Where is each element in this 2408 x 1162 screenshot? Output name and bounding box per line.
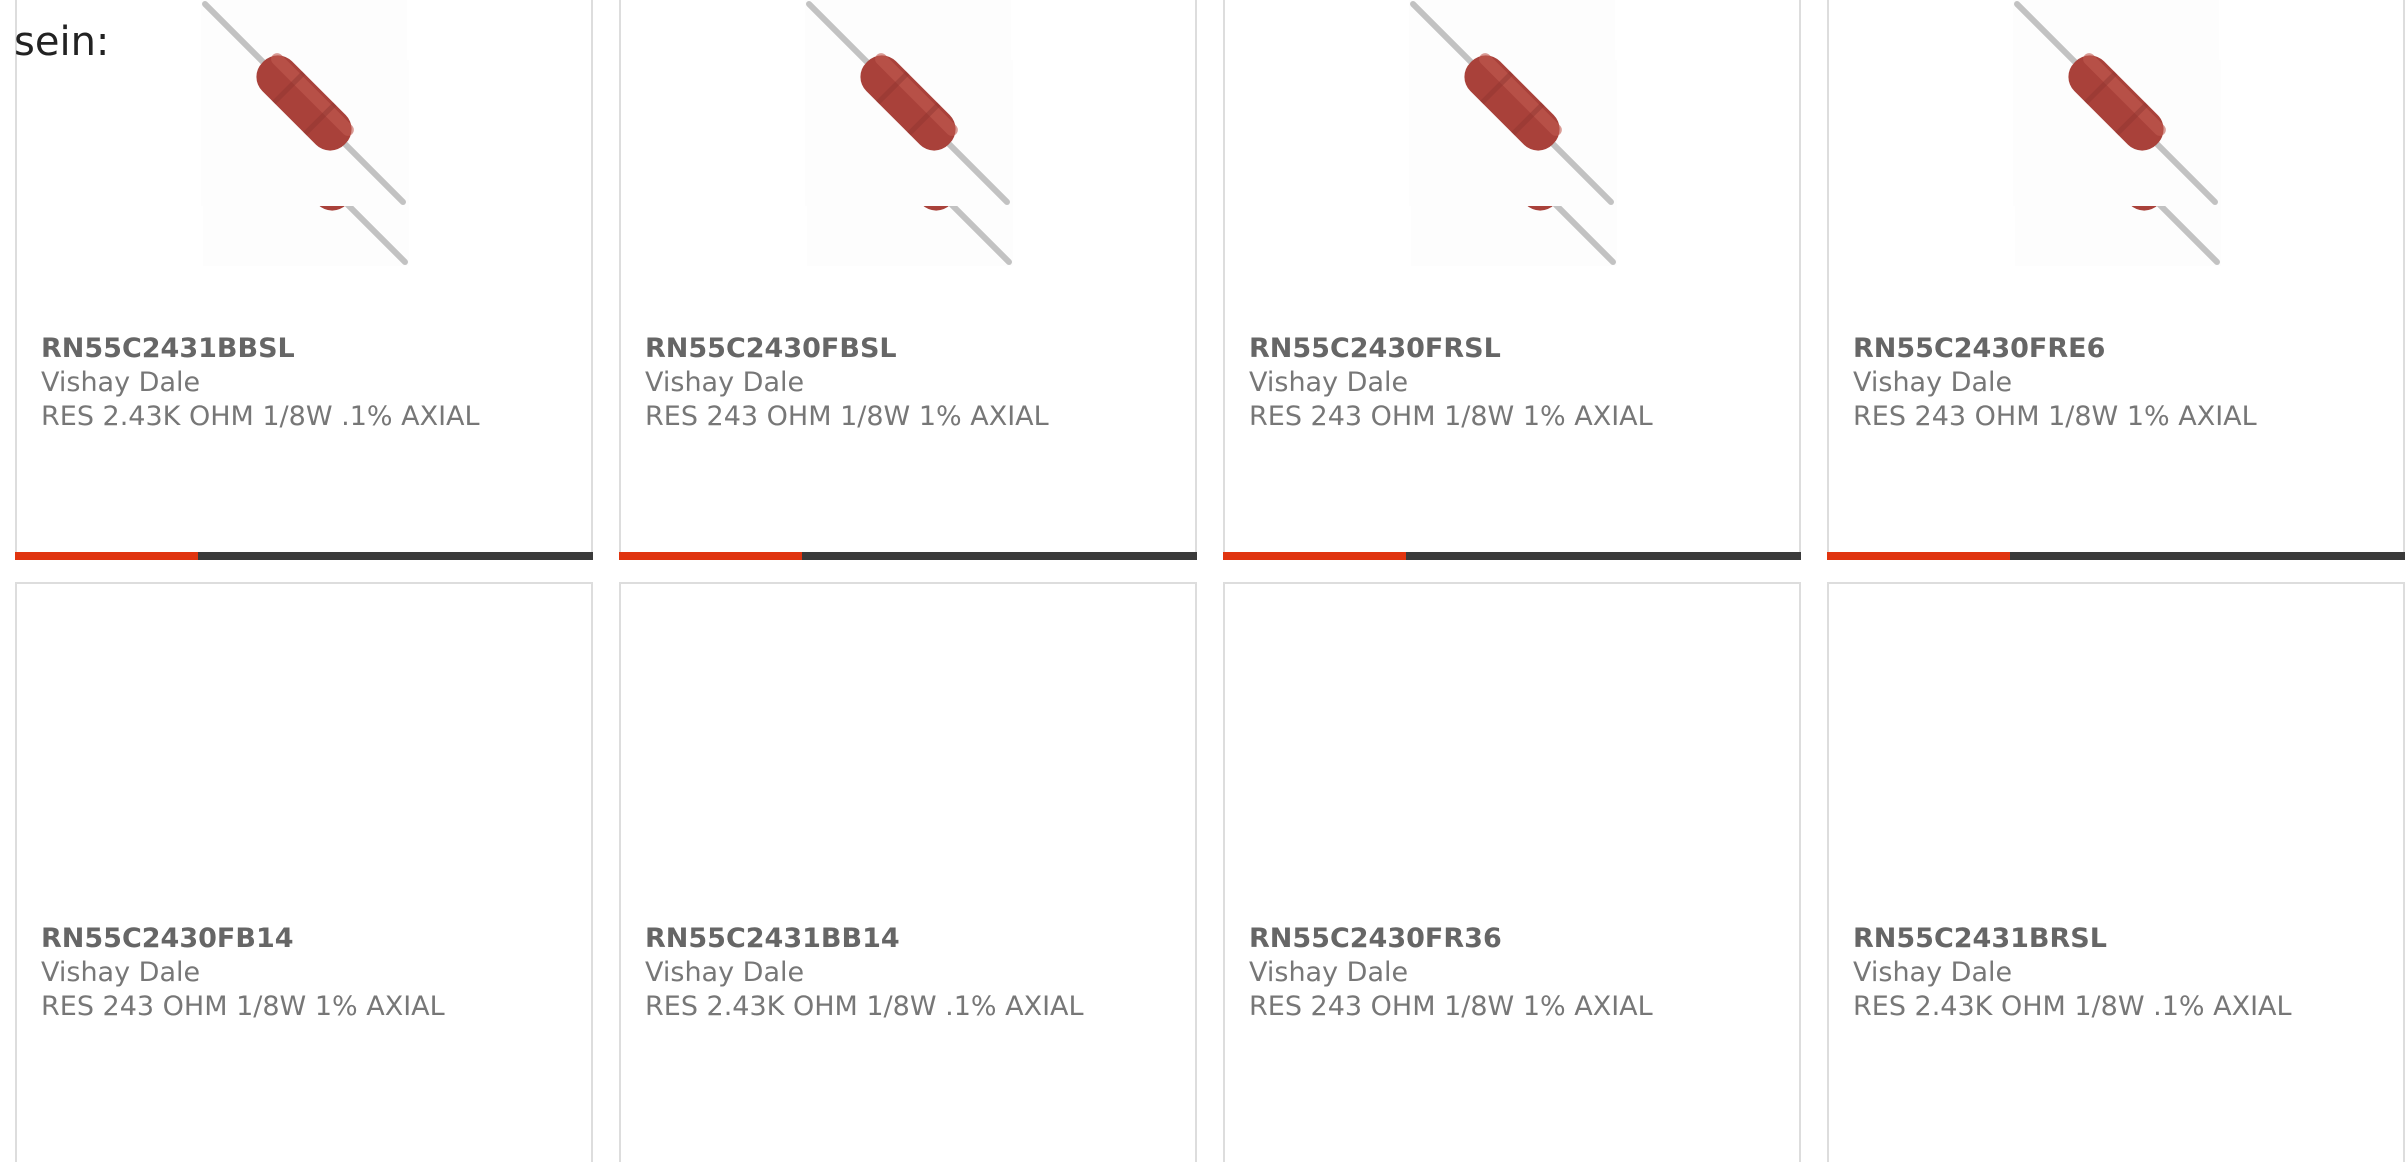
product-info: RN55C2430FRSL Vishay Dale RES 243 OHM 1/… — [1249, 332, 1783, 434]
accent-segment — [15, 552, 198, 560]
description: RES 2.43K OHM 1/8W .1% AXIAL — [1853, 991, 2292, 1022]
description: RES 2.43K OHM 1/8W .1% AXIAL — [41, 401, 480, 432]
part-number[interactable]: RN55C2430FRSL — [1249, 332, 1783, 366]
resistor-icon[interactable] — [2013, 0, 2219, 206]
accent-segment — [1223, 552, 1406, 560]
product-card[interactable] — [1827, 582, 2405, 1162]
product-grid: RN55C2431BBSL Vishay Dale RES 2.43K OHM … — [0, 0, 2408, 1162]
part-number[interactable]: RN55C2430FBSL — [645, 332, 1179, 366]
card-accent-bar — [15, 552, 593, 560]
description: RES 243 OHM 1/8W 1% AXIAL — [1853, 401, 2257, 432]
product-info: RN55C2431BRSL Vishay Dale RES 2.43K OHM … — [1853, 922, 2392, 1024]
card-accent-bar — [619, 552, 1197, 560]
manufacturer: Vishay Dale — [1249, 367, 1409, 398]
manufacturer: Vishay Dale — [1853, 957, 2013, 988]
manufacturer: Vishay Dale — [1853, 367, 2013, 398]
product-info: RN55C2430FRE6 Vishay Dale RES 243 OHM 1/… — [1853, 332, 2387, 434]
resistor-icon[interactable] — [805, 0, 1011, 206]
card-accent-bar — [1827, 552, 2405, 560]
accent-segment — [619, 552, 802, 560]
resistor-icon[interactable] — [1409, 0, 1615, 206]
resistor-icon[interactable] — [201, 0, 407, 206]
part-number[interactable]: RN55C2431BRSL — [1853, 922, 2392, 956]
manufacturer: Vishay Dale — [41, 367, 201, 398]
product-card[interactable] — [15, 582, 593, 1162]
manufacturer: Vishay Dale — [645, 367, 805, 398]
part-number[interactable]: RN55C2430FRE6 — [1853, 332, 2387, 366]
description: RES 243 OHM 1/8W 1% AXIAL — [645, 401, 1049, 432]
accent-segment — [1827, 552, 2010, 560]
card-accent-bar — [1223, 552, 1801, 560]
product-info: RN55C2431BBSL Vishay Dale RES 2.43K OHM … — [41, 332, 575, 434]
product-info: RN55C2430FBSL Vishay Dale RES 243 OHM 1/… — [645, 332, 1179, 434]
product-card[interactable] — [1223, 582, 1801, 1162]
product-card[interactable] — [619, 582, 1197, 1162]
description: RES 243 OHM 1/8W 1% AXIAL — [1249, 401, 1653, 432]
part-number[interactable]: RN55C2431BBSL — [41, 332, 575, 366]
intro-text: sein: — [14, 19, 110, 65]
